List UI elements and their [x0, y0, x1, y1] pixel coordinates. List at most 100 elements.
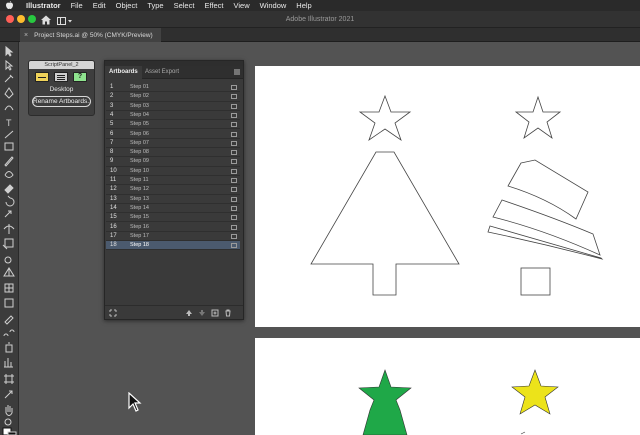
artboard-row[interactable]: 10 Step 10 [106, 167, 240, 176]
yellow-star[interactable] [511, 369, 559, 415]
panel-menu-icon[interactable] [234, 69, 240, 75]
menu-help[interactable]: Help [296, 1, 311, 10]
move-up-icon[interactable] [185, 309, 193, 317]
blend-tool-icon[interactable] [3, 329, 15, 337]
artboard-row[interactable]: 5 Step 05 [106, 120, 240, 130]
outline-tree-left[interactable] [310, 151, 460, 296]
menu-edit[interactable]: Edit [93, 1, 106, 10]
artboard-row-name[interactable]: Step 09 [130, 157, 149, 166]
artboard-row[interactable]: 4 Step 04 [106, 111, 240, 121]
direct-selection-tool-icon[interactable] [5, 59, 14, 71]
artboard-options-icon[interactable] [231, 122, 237, 128]
artboard-row-name[interactable]: Step 16 [130, 223, 149, 232]
scale-tool-icon[interactable] [4, 210, 12, 218]
artboard-row-name[interactable]: Step 06 [130, 130, 149, 139]
artboard-row[interactable]: 15 Step 15 [106, 213, 240, 223]
artboard-row[interactable]: 16 Step 16 [106, 223, 240, 232]
artboard-options-icon[interactable] [231, 233, 237, 239]
menu-object[interactable]: Object [116, 1, 138, 10]
menu-window[interactable]: Window [260, 1, 287, 10]
perspective-grid-tool-icon[interactable] [3, 267, 15, 277]
rotate-tool-icon[interactable] [5, 195, 15, 207]
shaper-tool-icon[interactable] [4, 171, 14, 178]
document-tab[interactable]: × Project Steps.ai @ 50% (CMYK/Preview) [20, 28, 161, 42]
width-tool-icon[interactable] [3, 224, 15, 234]
artboard-row[interactable]: 14 Step 14 [106, 204, 240, 214]
artboard-row[interactable]: 1 Step 01 [106, 83, 240, 93]
magic-wand-tool-icon[interactable] [4, 74, 14, 83]
artboard-tool-icon[interactable] [4, 374, 14, 384]
artboard-row-name[interactable]: Step 05 [130, 120, 149, 129]
delete-artboard-icon[interactable] [224, 309, 232, 317]
apple-icon[interactable] [4, 0, 14, 11]
script-button-1[interactable] [35, 72, 49, 82]
mesh-tool-icon[interactable] [4, 283, 14, 293]
artboard-row[interactable]: 2 Step 02 [106, 92, 240, 102]
artboard-row[interactable]: 13 Step 13 [106, 195, 240, 204]
artboard-row-name[interactable]: Step 18 [130, 241, 149, 250]
menu-file[interactable]: File [71, 1, 83, 10]
zoom-tool-icon[interactable] [4, 418, 12, 426]
rearrange-artboards-icon[interactable] [109, 309, 117, 317]
tab-artboards[interactable]: Artboards [105, 66, 142, 79]
shape-builder-tool-icon[interactable] [4, 256, 12, 264]
artboard-row-name[interactable]: Step 13 [130, 195, 149, 204]
curvature-tool-icon[interactable] [4, 105, 14, 111]
rename-artboards-button[interactable]: Rename Artboards... [32, 96, 91, 107]
gradient-tool-icon[interactable] [4, 298, 14, 308]
artboard-row-name[interactable]: Step 04 [130, 111, 149, 120]
artboard-row-name[interactable]: Step 11 [130, 176, 149, 185]
artboard-row[interactable]: 12 Step 12 [106, 185, 240, 195]
outline-tree-stripe-top[interactable] [507, 159, 589, 220]
script-panel-title[interactable]: ScriptPanel_2 [29, 61, 94, 69]
artboard-1[interactable] [255, 66, 640, 327]
new-artboard-icon[interactable] [211, 309, 219, 317]
outline-trunk-right[interactable] [520, 267, 551, 296]
eraser-tool-icon[interactable] [4, 184, 14, 194]
artboard-row-name[interactable]: Step 15 [130, 213, 149, 222]
tab-asset-export[interactable]: Asset Export [141, 66, 183, 79]
artboard-row[interactable]: 18 Step 18 [106, 241, 240, 251]
artboard-row[interactable]: 9 Step 09 [106, 157, 240, 167]
artboard-row-name[interactable]: Step 10 [130, 167, 149, 176]
artboard-options-icon[interactable] [231, 94, 237, 100]
fill-stroke-swatches[interactable] [2, 427, 17, 435]
artboard-options-icon[interactable] [231, 243, 237, 249]
slice-tool-icon[interactable] [4, 390, 13, 399]
paintbrush-tool-icon[interactable] [4, 156, 14, 167]
artboard-2[interactable] [255, 338, 640, 435]
symbol-sprayer-tool-icon[interactable] [5, 342, 13, 353]
outline-star-left[interactable] [358, 94, 412, 142]
free-transform-tool-icon[interactable] [2, 238, 14, 250]
artboard-options-icon[interactable] [231, 178, 237, 183]
artboard-row-name[interactable]: Step 02 [130, 92, 149, 101]
hand-tool-icon[interactable] [5, 405, 13, 416]
artboard-row[interactable]: 17 Step 17 [106, 232, 240, 242]
artboard-options-icon[interactable] [231, 112, 237, 118]
artboard-options-icon[interactable] [231, 150, 237, 156]
artboard-options-icon[interactable] [231, 140, 237, 146]
script-button-2[interactable] [54, 72, 68, 82]
artboard-options-icon[interactable] [231, 131, 237, 137]
rectangle-tool-icon[interactable] [4, 142, 14, 151]
artboard-row-name[interactable]: Step 03 [130, 102, 149, 111]
pen-tool-icon[interactable] [4, 87, 14, 99]
artboard-row-name[interactable]: Step 14 [130, 204, 149, 213]
script-help-button[interactable]: ? [73, 72, 87, 82]
artboard-options-icon[interactable] [231, 196, 237, 202]
menu-type[interactable]: Type [147, 1, 163, 10]
artboard-row[interactable]: 6 Step 06 [106, 130, 240, 139]
artboard-options-icon[interactable] [231, 215, 237, 221]
green-star-tree[interactable] [358, 369, 412, 435]
artboard-options-icon[interactable] [231, 103, 237, 109]
artboard-row-name[interactable]: Step 01 [130, 83, 149, 92]
move-down-icon[interactable] [198, 309, 206, 317]
menu-view[interactable]: View [233, 1, 249, 10]
artboard-options-icon[interactable] [231, 85, 237, 90]
artboard-row[interactable]: 7 Step 07 [106, 139, 240, 149]
menu-app-name[interactable]: Illustrator [26, 1, 61, 10]
column-graph-tool-icon[interactable] [4, 358, 13, 368]
selection-tool-icon[interactable] [5, 45, 14, 57]
artboard-row[interactable]: 3 Step 03 [106, 102, 240, 111]
artboard-options-icon[interactable] [231, 205, 237, 211]
